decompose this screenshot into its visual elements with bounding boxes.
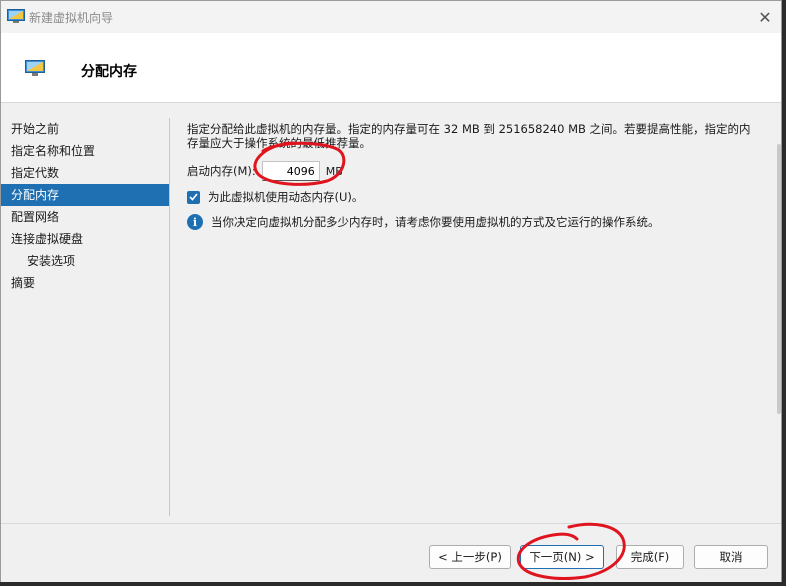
page-header: 分配内存 [1, 33, 781, 103]
previous-button[interactable]: < 上一步(P) [429, 545, 511, 569]
startup-memory-input[interactable] [261, 161, 320, 181]
scrollbar[interactable] [777, 144, 781, 414]
memory-description: 指定分配给此虚拟机的内存量。指定的内存量可在 32 MB 到 251658240… [187, 122, 751, 150]
wizard-steps-nav: 开始之前 指定名称和位置 指定代数 分配内存 配置网络 连接虚拟硬盘 安装选项 … [1, 118, 169, 294]
dynamic-memory-label[interactable]: 为此虚拟机使用动态内存(U)。 [208, 189, 363, 205]
startup-memory-label: 启动内存(M): [187, 164, 256, 178]
next-button[interactable]: 下一页(N) > [520, 545, 604, 569]
nav-item-assign-memory[interactable]: 分配内存 [1, 184, 169, 206]
wizard-window: 新建虚拟机向导 ✕ 分配内存 开始之前 指定名称和位置 指定代数 分配内存 配置… [0, 0, 782, 583]
nav-item-before-you-begin[interactable]: 开始之前 [1, 118, 169, 140]
nav-item-generation[interactable]: 指定代数 [1, 162, 169, 184]
finish-button[interactable]: 完成(F) [616, 545, 684, 569]
nav-item-connect-disk[interactable]: 连接虚拟硬盘 [1, 228, 169, 250]
info-row: i 当你决定向虚拟机分配多少内存时，请考虑你要使用虚拟机的方式及它运行的操作系统… [187, 214, 660, 230]
startup-memory-unit: MB [325, 164, 343, 178]
main-panel: 指定分配给此虚拟机的内存量。指定的内存量可在 32 MB 到 251658240… [187, 122, 767, 230]
title-bar: 新建虚拟机向导 ✕ [1, 1, 781, 33]
startup-memory-row: 启动内存(M): MB [187, 160, 343, 182]
hyper-v-vm-icon [7, 9, 25, 23]
info-icon: i [187, 214, 203, 230]
dynamic-memory-row: 为此虚拟机使用动态内存(U)。 [187, 189, 363, 205]
nav-item-name-location[interactable]: 指定名称和位置 [1, 140, 169, 162]
wizard-body: 开始之前 指定名称和位置 指定代数 分配内存 配置网络 连接虚拟硬盘 安装选项 … [1, 104, 781, 522]
page-title: 分配内存 [81, 64, 137, 80]
close-icon: ✕ [758, 7, 772, 27]
memory-page-icon [25, 60, 45, 76]
cancel-button[interactable]: 取消 [694, 545, 768, 569]
nav-item-summary[interactable]: 摘要 [1, 272, 169, 294]
nav-item-install-options[interactable]: 安装选项 [1, 250, 169, 272]
window-title: 新建虚拟机向导 [29, 11, 114, 25]
checkmark-icon [189, 193, 198, 201]
dynamic-memory-checkbox[interactable] [187, 190, 200, 204]
info-text: 当你决定向虚拟机分配多少内存时，请考虑你要使用虚拟机的方式及它运行的操作系统。 [211, 215, 660, 229]
close-button[interactable]: ✕ [753, 5, 777, 29]
nav-divider [169, 118, 170, 516]
wizard-footer: < 上一步(P) 下一页(N) > 完成(F) 取消 [1, 523, 781, 583]
background-strip [0, 582, 786, 586]
nav-item-configure-network[interactable]: 配置网络 [1, 206, 169, 228]
